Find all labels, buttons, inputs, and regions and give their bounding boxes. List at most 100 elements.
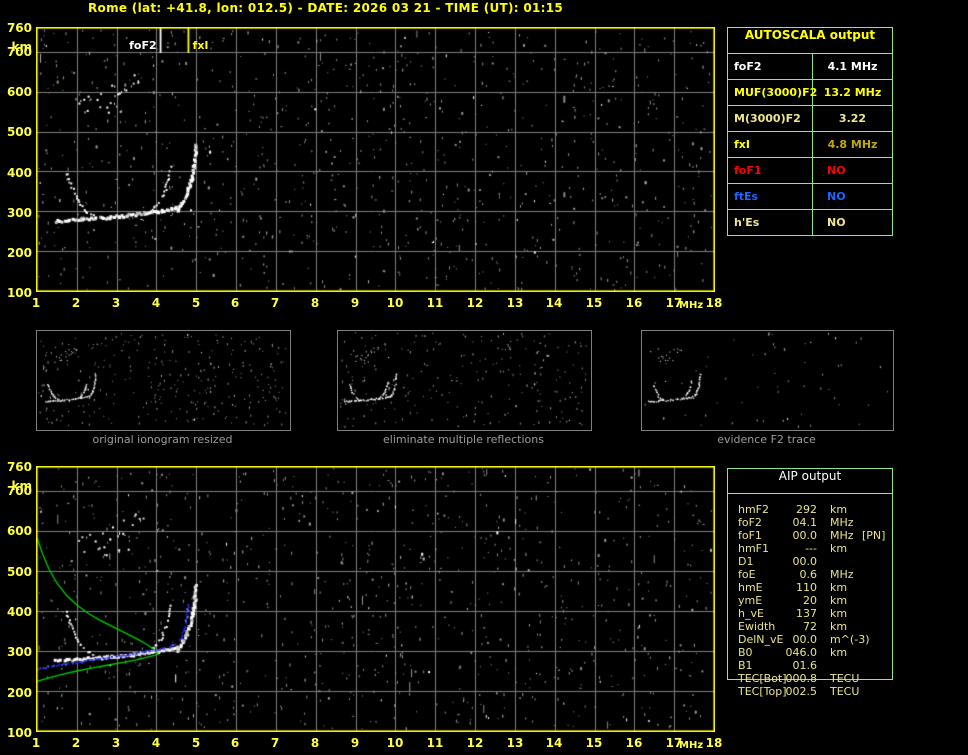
aip-row-label: TEC[Bot] xyxy=(738,672,787,685)
y-tick: 700 xyxy=(6,484,32,498)
x-tick: 1 xyxy=(31,736,41,750)
autoscala-row-label: M(3000)F2 xyxy=(728,106,813,131)
y-tick: 400 xyxy=(6,605,32,619)
autoscala-row-value: NO xyxy=(827,190,846,203)
x-tick: 3 xyxy=(111,296,121,310)
top-ionogram-canvas xyxy=(36,27,715,292)
thumbnail-f2-canvas xyxy=(642,331,891,428)
aip-row: hmF1 --- km xyxy=(727,542,893,555)
aip-row-value: 00.0 xyxy=(792,555,818,568)
aip-row: TEC[Bot] 000.8 TECU xyxy=(727,672,893,685)
aip-row-unit: km xyxy=(830,594,848,607)
x-tick: 7 xyxy=(270,736,280,750)
thumbnail-original-ionogram xyxy=(36,330,291,431)
aip-row-label: B1 xyxy=(738,659,753,672)
x-tick: 18 xyxy=(705,296,723,310)
y-tick: 200 xyxy=(6,686,32,700)
aip-row: Ewidth 72 km xyxy=(727,620,893,633)
y-tick: 500 xyxy=(6,565,32,579)
aip-row: ymE 20 km xyxy=(727,594,893,607)
y-tick: 500 xyxy=(6,125,32,139)
thumbnail-eliminate-canvas xyxy=(338,331,589,428)
aip-row-label: hmE xyxy=(738,581,763,594)
aip-row-unit: MHz xyxy=(830,568,854,581)
aip-row: hmF2 292 km xyxy=(727,503,893,516)
y-tick: 200 xyxy=(6,246,32,260)
y-tick: 100 xyxy=(6,286,32,300)
x-tick: 2 xyxy=(71,296,81,310)
x-tick: 17 xyxy=(665,296,683,310)
aip-row-value: 20 xyxy=(803,594,817,607)
autoscala-row-value: 4.1 MHz xyxy=(827,60,878,73)
aip-row-unit: km xyxy=(830,581,848,594)
aip-row-value: 00.0 xyxy=(792,633,818,646)
thumbnail-eliminate-reflections xyxy=(337,330,592,431)
aip-row-label: D1 xyxy=(738,555,754,568)
autoscala-row-label: MUF(3000)F2 xyxy=(728,80,817,105)
aip-row-value: 002.5 xyxy=(785,685,818,698)
autoscala-row-value: 13.2 MHz xyxy=(823,86,882,99)
x-axis-unit: MHz xyxy=(679,300,704,311)
thumbnail-caption-1: original ionogram resized xyxy=(92,433,233,446)
x-tick: 13 xyxy=(506,736,524,750)
bottom-ionogram-canvas xyxy=(36,466,715,732)
aip-row-label: foE xyxy=(738,568,756,581)
aip-row-value: 292 xyxy=(796,503,817,516)
x-tick: 5 xyxy=(191,736,201,750)
autoscala-row: M(3000)F2 3.22 xyxy=(728,106,892,132)
aip-row-value: 110 xyxy=(796,581,817,594)
x-tick: 10 xyxy=(386,736,404,750)
y-tick: 300 xyxy=(6,645,32,659)
thumbnail-caption-2: eliminate multiple reflections xyxy=(383,433,544,446)
x-tick: 7 xyxy=(270,296,280,310)
x-tick: 14 xyxy=(545,296,563,310)
x-tick: 15 xyxy=(585,296,603,310)
aip-row-unit: km xyxy=(830,646,848,659)
thumbnail-f2-trace xyxy=(641,330,894,431)
x-tick: 6 xyxy=(230,296,240,310)
autoscala-screen: Rome (lat: +41.8, lon: 012.5) - DATE: 20… xyxy=(0,0,968,755)
x-tick: 15 xyxy=(585,736,603,750)
x-tick: 11 xyxy=(426,296,444,310)
x-tick: 14 xyxy=(545,736,563,750)
aip-row-value: 00.0 xyxy=(792,529,818,542)
autoscala-row-label: fxI xyxy=(728,132,813,157)
y-tick: 600 xyxy=(6,85,32,99)
y-tick: 760 xyxy=(6,21,32,35)
autoscala-row-label: foF2 xyxy=(728,54,813,79)
aip-row-unit: MHz xyxy=(830,529,854,542)
aip-row: B1 01.6 xyxy=(727,659,893,672)
x-tick: 5 xyxy=(191,296,201,310)
aip-row: DelN_vE 00.0 m^(-3) xyxy=(727,633,893,646)
autoscala-row: ftEs NO xyxy=(728,184,892,210)
y-axis-unit: km xyxy=(11,479,32,493)
autoscala-row-value: 4.8 MHz xyxy=(827,138,878,151)
x-tick: 3 xyxy=(111,736,121,750)
y-tick: 760 xyxy=(6,460,32,474)
aip-row-label: ymE xyxy=(738,594,763,607)
aip-row-unit: km xyxy=(830,607,848,620)
aip-row-unit: m^(-3) xyxy=(830,633,870,646)
autoscala-output-table: AUTOSCALA output foF2 4.1 MHz MUF(3000)F2 1… xyxy=(727,27,893,236)
autoscala-row: foF1 NO xyxy=(728,158,892,184)
autoscala-row: MUF(3000)F2 13.2 MHz xyxy=(728,80,892,106)
autoscala-row: foF2 4.1 MHz xyxy=(728,54,892,80)
aip-row-label: h_vE xyxy=(738,607,764,620)
aip-row: TEC[Top] 002.5 TECU xyxy=(727,685,893,698)
aip-row-label: DelN_vE xyxy=(738,633,784,646)
x-tick: 9 xyxy=(350,736,360,750)
aip-row: B0 046.0 km xyxy=(727,646,893,659)
autoscala-row-value: NO xyxy=(827,216,846,229)
aip-row-label: Ewidth xyxy=(738,620,776,633)
x-tick: 12 xyxy=(466,296,484,310)
autoscala-row: fxI 4.8 MHz xyxy=(728,132,892,158)
aip-row-unit: km xyxy=(830,542,848,555)
aip-row: h_vE 137 km xyxy=(727,607,893,620)
aip-row: foF2 04.1 MHz xyxy=(727,516,893,529)
autoscala-row-value: NO xyxy=(827,164,846,177)
x-tick: 18 xyxy=(705,736,723,750)
aip-row-label: foF2 xyxy=(738,516,762,529)
aip-row-value: 72 xyxy=(803,620,817,633)
autoscala-table-rows: foF2 4.1 MHz MUF(3000)F2 13.2 MHz M(3000)F2 3… xyxy=(728,54,892,235)
aip-row-value: 01.6 xyxy=(792,659,818,672)
